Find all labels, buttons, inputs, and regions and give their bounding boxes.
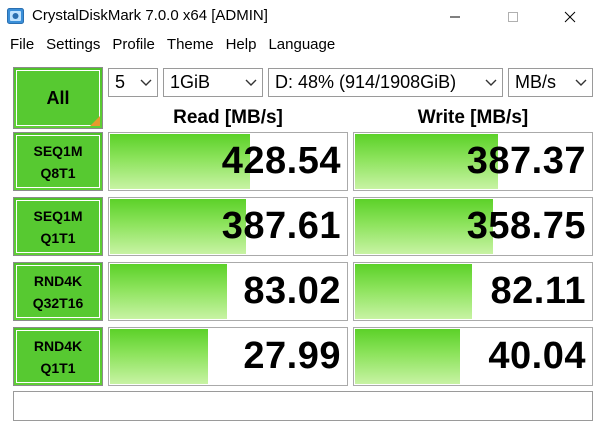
read-result-value: 387.61 <box>221 205 341 247</box>
read-result-cell: 83.02 <box>108 262 348 321</box>
write-progress-bar <box>355 264 472 319</box>
chevron-down-icon <box>482 79 500 87</box>
test-button-4[interactable]: RND4K Q1T1 <box>13 327 103 386</box>
write-result-value: 82.11 <box>490 270 586 312</box>
close-button[interactable] <box>547 0 593 33</box>
menu-language[interactable]: Language <box>262 33 341 57</box>
test-button-face: RND4K Q1T1 <box>16 330 100 383</box>
minimize-icon <box>450 16 460 17</box>
test-button-face: RND4K Q32T16 <box>16 265 100 318</box>
all-button[interactable]: All <box>13 67 103 129</box>
comment-input[interactable] <box>13 391 593 421</box>
write-result-value: 358.75 <box>466 205 586 247</box>
test-name-line2: Q32T16 <box>32 294 84 311</box>
test-size-value: 1GiB <box>170 72 211 92</box>
test-button-3[interactable]: RND4K Q32T16 <box>13 262 103 321</box>
test-button-face: SEQ1M Q1T1 <box>16 200 100 253</box>
read-result-value: 428.54 <box>221 140 341 182</box>
write-result-cell: 40.04 <box>353 327 593 386</box>
read-result-value: 83.02 <box>243 270 341 312</box>
test-button-2[interactable]: SEQ1M Q1T1 <box>13 197 103 256</box>
read-result-value: 27.99 <box>243 335 341 377</box>
drive-value: D: 48% (914/1908GiB) <box>275 72 457 92</box>
menu-profile[interactable]: Profile <box>106 33 161 57</box>
menu-bar: File Settings Profile Theme Help Languag… <box>0 33 606 57</box>
maximize-button[interactable] <box>490 0 536 33</box>
test-button-face: SEQ1M Q8T1 <box>16 135 100 188</box>
test-name-line1: SEQ1M <box>33 207 83 224</box>
menu-help[interactable]: Help <box>220 33 263 57</box>
write-progress-bar <box>355 329 460 384</box>
drive-select[interactable]: D: 48% (914/1908GiB) <box>268 68 503 97</box>
window-title: CrystalDiskMark 7.0.0 x64 [ADMIN] <box>32 7 268 24</box>
unit-select[interactable]: MB/s <box>508 68 593 97</box>
title-bar: CrystalDiskMark 7.0.0 x64 [ADMIN] <box>0 0 606 33</box>
menu-settings[interactable]: Settings <box>40 33 106 57</box>
test-name-line1: RND4K <box>33 337 83 354</box>
test-name-line2: Q8T1 <box>40 164 76 181</box>
crystaldiskmark-app-icon <box>7 8 24 24</box>
all-button-label: All <box>46 87 70 108</box>
maximize-icon <box>508 11 518 22</box>
read-result-cell: 27.99 <box>108 327 348 386</box>
write-header: Write [MB/s] <box>417 107 529 128</box>
chevron-down-icon <box>137 79 155 87</box>
write-result-value: 40.04 <box>488 335 586 377</box>
menu-theme[interactable]: Theme <box>161 33 220 57</box>
test-button-1[interactable]: SEQ1M Q8T1 <box>13 132 103 191</box>
unit-value: MB/s <box>515 72 557 92</box>
read-result-cell: 387.61 <box>108 197 348 256</box>
minimize-button[interactable] <box>432 0 478 33</box>
test-name-line1: SEQ1M <box>33 142 83 159</box>
test-count-select[interactable]: 5 <box>108 68 158 97</box>
read-header: Read [MB/s] <box>173 107 283 128</box>
write-result-value: 387.37 <box>466 140 586 182</box>
test-name-line1: RND4K <box>33 272 83 289</box>
chevron-down-icon <box>572 79 590 87</box>
write-result-cell: 358.75 <box>353 197 593 256</box>
close-icon <box>564 11 576 22</box>
chevron-down-icon <box>242 79 260 87</box>
menu-file[interactable]: File <box>0 33 40 57</box>
test-name-line2: Q1T1 <box>40 359 76 376</box>
write-result-cell: 387.37 <box>353 132 593 191</box>
all-button-face: All <box>16 70 100 126</box>
test-name-line2: Q1T1 <box>40 229 76 246</box>
read-progress-bar <box>110 329 208 384</box>
write-result-cell: 82.11 <box>353 262 593 321</box>
test-size-select[interactable]: 1GiB <box>163 68 263 97</box>
read-result-cell: 428.54 <box>108 132 348 191</box>
test-count-value: 5 <box>115 72 126 92</box>
corner-indicator <box>90 116 100 126</box>
read-progress-bar <box>110 264 227 319</box>
